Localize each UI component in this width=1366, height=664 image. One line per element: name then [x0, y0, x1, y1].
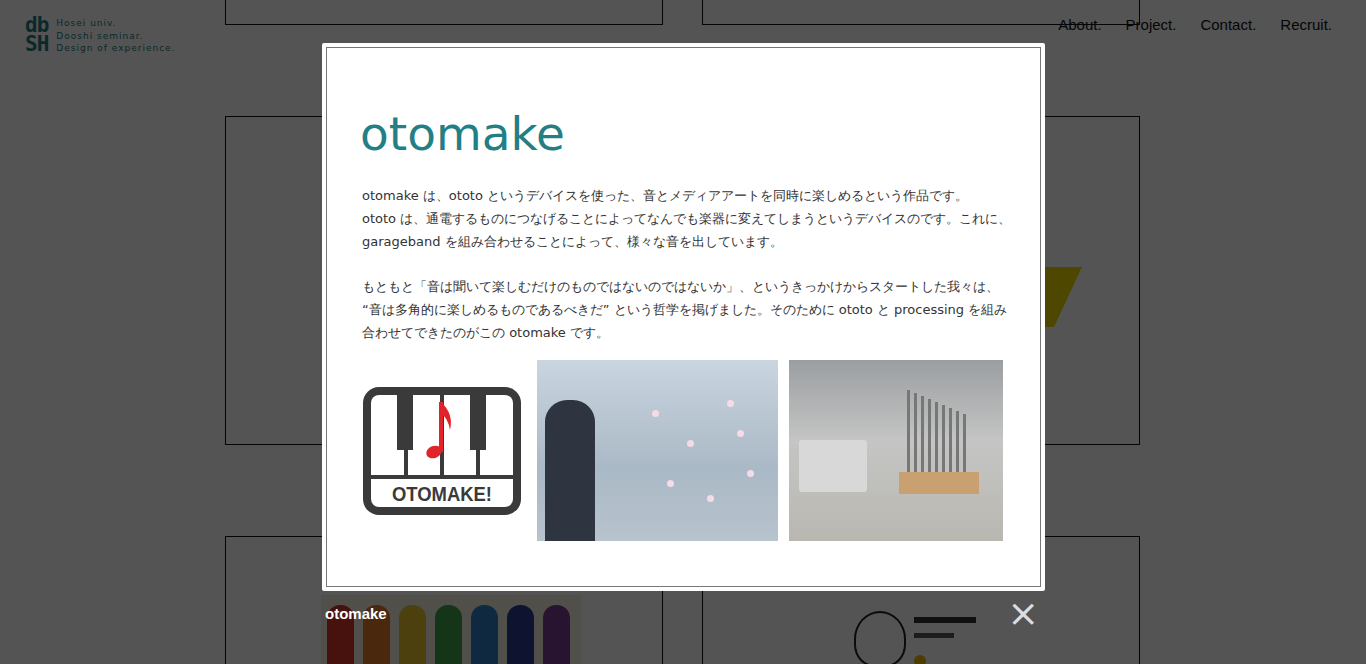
lightbox: otomake otomake は、ototo というデバイスを使った、音とメディ… [322, 43, 1045, 631]
project-pictures: OTOMAKE! [362, 360, 1040, 541]
description-line: otomake は、ototo というデバイスを使った、音とメディアアートを同時… [362, 184, 1040, 207]
project-photo [537, 360, 778, 541]
lightbox-footer: otomake × [322, 591, 1045, 631]
description-paragraph: otomake は、ototo というデバイスを使った、音とメディアアートを同時… [362, 184, 1040, 253]
lightbox-caption: otomake [325, 605, 387, 622]
description-paragraph: もともと「音は聞いて楽しむだけのものではないのではないか」、というきっかけからス… [362, 275, 1040, 344]
close-button[interactable]: × [1005, 595, 1041, 631]
description-line: garageband を組み合わせることによって、様々な音を出しています。 [362, 230, 1040, 253]
description-line: “音は多角的に楽しめるものであるべきだ” という哲学を掲げました。そのために o… [362, 298, 1040, 321]
project-photo [789, 360, 1003, 541]
svg-text:OTOMAKE!: OTOMAKE! [392, 482, 492, 505]
project-image: otomake otomake は、ototo というデバイスを使った、音とメディ… [326, 47, 1041, 587]
description-line: もともと「音は聞いて楽しむだけのものではないのではないか」、というきっかけからス… [362, 275, 1040, 298]
project-title: otomake [360, 104, 1040, 164]
lightbox-frame: otomake otomake は、ototo というデバイスを使った、音とメディ… [322, 43, 1045, 591]
otomake-logo-icon: OTOMAKE! [362, 386, 522, 516]
description-line: ototo は、通電するものにつなげることによってなんでも楽器に変えてしまうとい… [362, 207, 1040, 230]
description-line: 合わせてできたのがこの otomake です。 [362, 321, 1040, 344]
